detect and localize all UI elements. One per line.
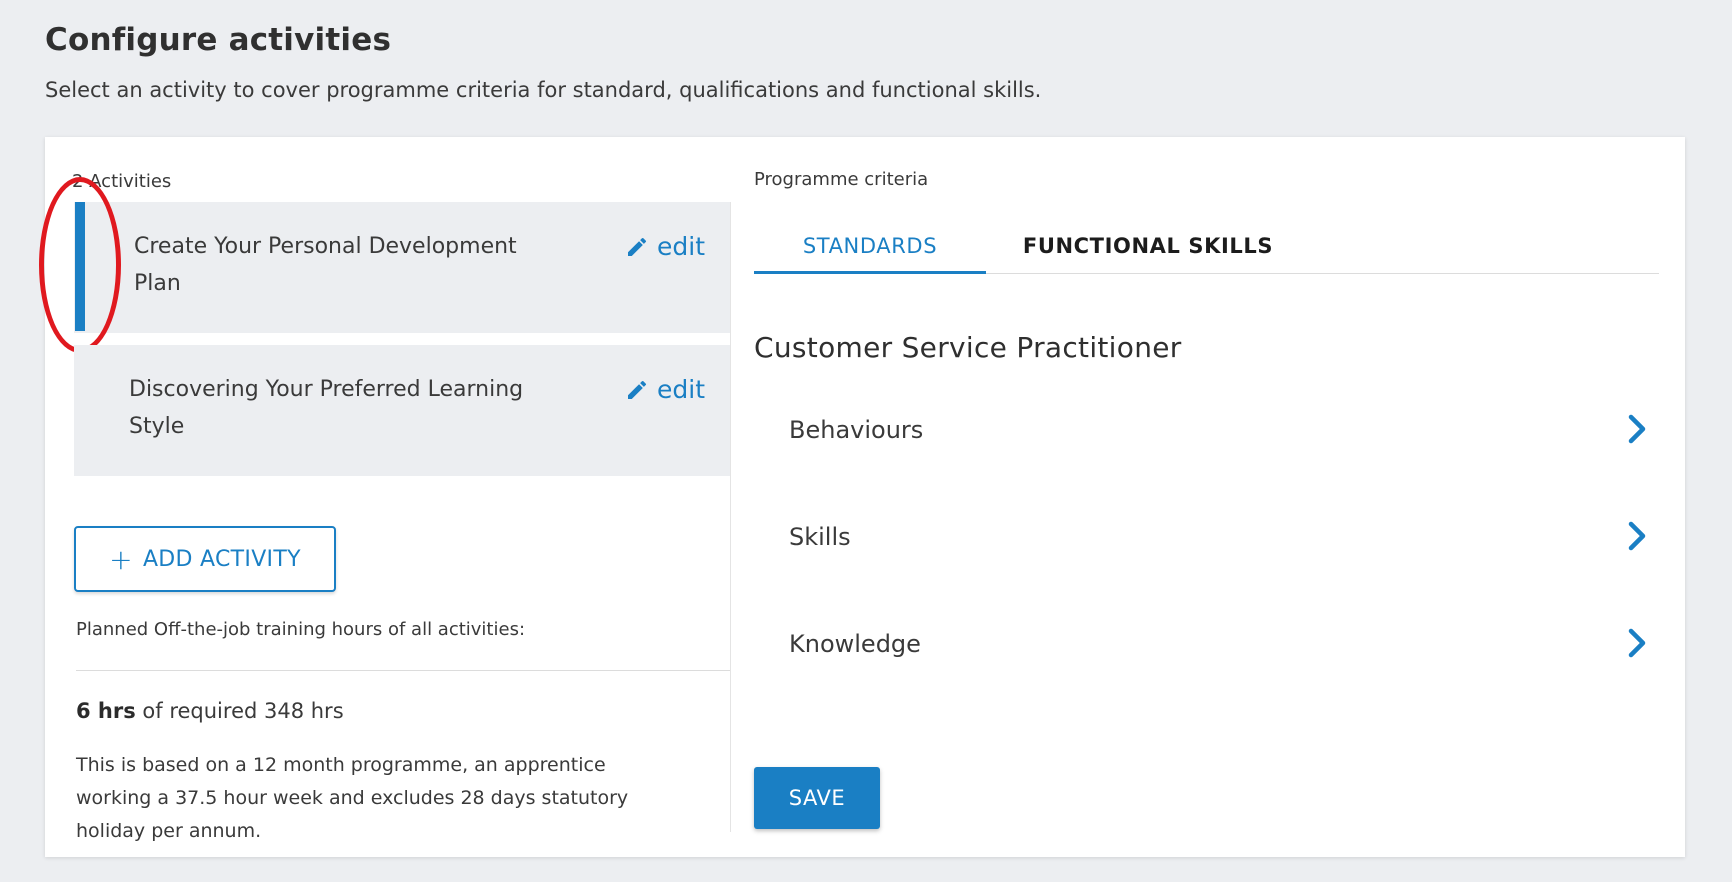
activity-label: Create Your Personal Development Plan bbox=[134, 234, 517, 296]
add-activity-button[interactable]: + ADD ACTIVITY bbox=[74, 526, 336, 592]
save-button[interactable]: SAVE bbox=[754, 767, 880, 829]
criteria-tabs: STANDARDS FUNCTIONAL SKILLS bbox=[754, 224, 1659, 274]
criteria-row-label: Skills bbox=[789, 523, 851, 551]
hours-note: This is based on a 12 month programme, a… bbox=[76, 754, 629, 842]
pencil-icon bbox=[628, 237, 647, 256]
standard-name: Customer Service Practitioner bbox=[754, 331, 1182, 364]
programme-criteria-label: Programme criteria bbox=[754, 169, 929, 190]
chevron-right-icon bbox=[1628, 414, 1646, 444]
chevron-right-icon bbox=[1628, 521, 1646, 551]
column-divider bbox=[730, 202, 731, 832]
configure-card: 2 Activities Create Your Personal Develo… bbox=[39, 137, 1685, 857]
chevron-right-icon bbox=[1628, 628, 1646, 658]
add-activity-label: ADD ACTIVITY bbox=[142, 546, 301, 572]
hours-summary: 6 hrs of required 348 hrs bbox=[76, 699, 344, 723]
activity-item-personal-development-plan[interactable]: Create Your Personal Development Plan ed… bbox=[74, 202, 730, 333]
criteria-row-label: Behaviours bbox=[789, 416, 924, 444]
planned-hours-label: Planned Off-the-job training hours of al… bbox=[76, 619, 526, 640]
tab-standards[interactable]: STANDARDS bbox=[754, 224, 986, 274]
selected-indicator-bar bbox=[75, 202, 85, 331]
plus-icon: + bbox=[109, 542, 133, 576]
hours-required: of required 348 hrs bbox=[135, 699, 344, 723]
criteria-row-behaviours[interactable]: Behaviours bbox=[754, 402, 1659, 462]
edit-label: edit bbox=[657, 375, 705, 404]
tab-functional-skills[interactable]: FUNCTIONAL SKILLS bbox=[1018, 224, 1278, 274]
edit-activity-button[interactable]: edit bbox=[625, 232, 705, 261]
criteria-row-skills[interactable]: Skills bbox=[754, 509, 1659, 569]
hours-value: 6 hrs bbox=[76, 699, 136, 723]
activity-label: Discovering Your Preferred Learning Styl… bbox=[129, 377, 524, 439]
divider bbox=[76, 670, 730, 671]
page-subtitle: Select an activity to cover programme cr… bbox=[45, 78, 1042, 102]
edit-activity-button[interactable]: edit bbox=[625, 375, 705, 404]
pencil-icon bbox=[628, 380, 647, 399]
edit-label: edit bbox=[657, 232, 705, 261]
activity-item-preferred-learning-style[interactable]: Discovering Your Preferred Learning Styl… bbox=[74, 345, 730, 476]
criteria-row-label: Knowledge bbox=[789, 630, 921, 658]
page-title: Configure activities bbox=[45, 22, 392, 58]
activities-count: 2 Activities bbox=[72, 171, 172, 192]
criteria-row-knowledge[interactable]: Knowledge bbox=[754, 616, 1659, 676]
